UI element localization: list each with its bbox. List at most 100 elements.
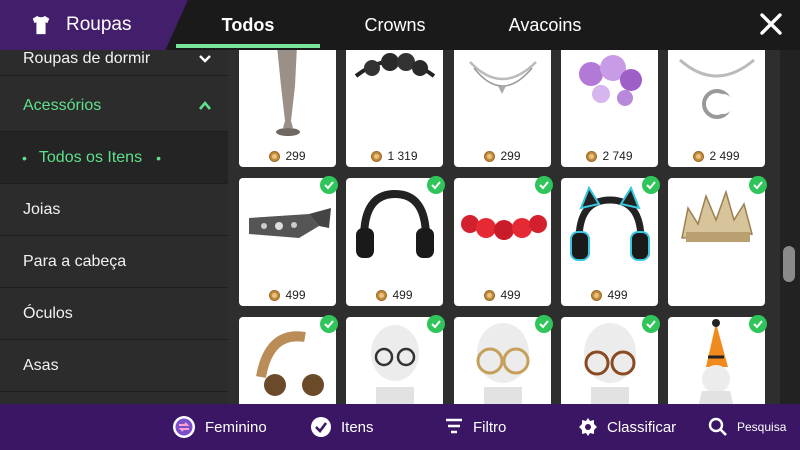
sort-badge-icon (579, 418, 597, 436)
sidebar-item-asas[interactable]: Asas (0, 340, 228, 392)
spiked-crown-icon (681, 189, 753, 242)
sidebar-item-todos-os-itens[interactable]: • Todos os Itens • (0, 132, 228, 184)
item-card[interactable]: 499 (561, 176, 660, 306)
brand-area: Roupas (0, 0, 188, 50)
item-price: 2 499 (668, 149, 765, 163)
sidebar-item-para-a-cabeca[interactable]: Para a cabeça (0, 236, 228, 288)
owned-check-icon (749, 315, 767, 333)
tab-crowns[interactable]: Crowns (330, 0, 460, 50)
studded-headband-icon (249, 208, 331, 238)
item-card[interactable]: 299 (239, 50, 336, 167)
item-price: 499 (239, 288, 336, 302)
filter-label: Filtro (473, 418, 507, 436)
chevron-down-icon (199, 54, 211, 63)
owned-check-icon (427, 176, 445, 194)
sidebar-item-joias[interactable]: Joias (0, 184, 228, 236)
search-button[interactable]: Pesquisa (708, 404, 786, 450)
gender-swap-icon (173, 416, 195, 438)
close-icon[interactable] (758, 11, 784, 37)
purple-flower-crown-icon (579, 55, 642, 106)
item-card[interactable]: 2 749 (561, 50, 658, 167)
search-icon (708, 417, 727, 436)
bullet-right: • (156, 149, 161, 166)
avacoin-icon (693, 150, 705, 162)
tab-todos[interactable]: Todos (176, 0, 320, 50)
item-card[interactable]: 2 499 (668, 50, 765, 167)
sidebar-item-acessorios[interactable]: Acessórios (0, 80, 228, 132)
sidebar-item-label: Joias (23, 200, 61, 218)
item-price: 1 319 (346, 149, 443, 163)
bottom-toolbar: Feminino Itens Filtro Classificar Pesqui… (0, 404, 800, 450)
item-card[interactable]: 499 (239, 176, 338, 306)
item-card[interactable] (668, 315, 767, 404)
avacoin-icon (484, 289, 496, 301)
item-price: 499 (454, 288, 551, 302)
tab-avacoins-label: Avacoins (508, 14, 582, 35)
active-tab-indicator (176, 44, 320, 48)
avacoin-icon (371, 150, 383, 162)
shirt-icon (32, 15, 50, 35)
sidebar-item-label: Óculos (23, 304, 73, 322)
owned-check-icon (535, 315, 553, 333)
item-card[interactable] (561, 315, 660, 404)
sidebar-item-label: Acessórios (23, 96, 102, 114)
item-card[interactable] (668, 176, 767, 306)
tab-todos-label: Todos (221, 14, 275, 35)
bullet-left: • (22, 149, 27, 166)
owned-check-icon (749, 176, 767, 194)
filter-icon (446, 418, 462, 434)
cat-ear-headphones-icon (570, 185, 650, 261)
red-rose-crown-icon (461, 215, 547, 240)
sidebar-item-roupas-de-dormir[interactable]: Roupas de dormir (0, 50, 228, 76)
tab-crowns-label: Crowns (364, 14, 426, 35)
chevron-up-icon (199, 100, 211, 110)
items-button[interactable]: Itens (310, 404, 374, 450)
owned-check-icon (642, 315, 660, 333)
item-price: 499 (561, 288, 658, 302)
item-card[interactable]: 499 (454, 176, 553, 306)
black-flower-headband-icon (354, 53, 436, 78)
mannequin-legs-icon (276, 50, 300, 136)
sort-label: Classificar (607, 418, 677, 436)
avacoin-icon (269, 289, 281, 301)
scrollbar-thumb[interactable] (783, 246, 795, 282)
filter-button[interactable]: Filtro (444, 404, 506, 450)
sidebar-item-label: Para a cabeça (23, 252, 127, 270)
avacoin-icon (591, 289, 603, 301)
item-card[interactable] (239, 315, 338, 404)
item-card[interactable]: 499 (346, 176, 445, 306)
items-label: Itens (341, 418, 374, 436)
owned-check-icon (535, 176, 553, 194)
sidebar-item-oculos[interactable]: Óculos (0, 288, 228, 340)
item-card[interactable] (346, 315, 445, 404)
item-price: 499 (346, 288, 443, 302)
item-price: 299 (454, 149, 551, 163)
sidebar-item-label: Roupas de dormir (23, 50, 151, 67)
avacoin-icon (484, 150, 496, 162)
owned-check-icon (427, 315, 445, 333)
item-card[interactable] (454, 315, 553, 404)
category-sidebar: Roupas de dormir Acessórios • Todos os I… (0, 50, 228, 404)
top-bar: Roupas Todos Crowns Avacoins (0, 0, 800, 50)
gender-toggle-button[interactable]: Feminino (172, 404, 267, 450)
sidebar-item-label: Todos os Itens (38, 148, 143, 166)
item-price: 2 749 (561, 149, 658, 163)
owned-check-icon (642, 176, 660, 194)
black-headphones-icon (356, 189, 434, 258)
search-label: Pesquisa (737, 420, 787, 434)
sidebar-item-label: Asas (23, 356, 59, 374)
owned-check-icon (320, 176, 338, 194)
check-circle-icon (311, 417, 331, 437)
page-title: Roupas (66, 14, 132, 35)
item-price: 299 (239, 149, 336, 163)
moon-choker-icon (679, 58, 755, 119)
avacoin-icon (269, 150, 281, 162)
item-card[interactable]: 1 319 (346, 50, 443, 167)
avacoin-icon (376, 289, 388, 301)
sort-button[interactable]: Classificar (578, 404, 676, 450)
item-card[interactable]: 299 (454, 50, 551, 167)
grid-scrollbar[interactable] (780, 50, 800, 404)
owned-check-icon (320, 315, 338, 333)
silver-necklace-icon (469, 61, 537, 94)
tab-avacoins[interactable]: Avacoins (475, 0, 615, 50)
